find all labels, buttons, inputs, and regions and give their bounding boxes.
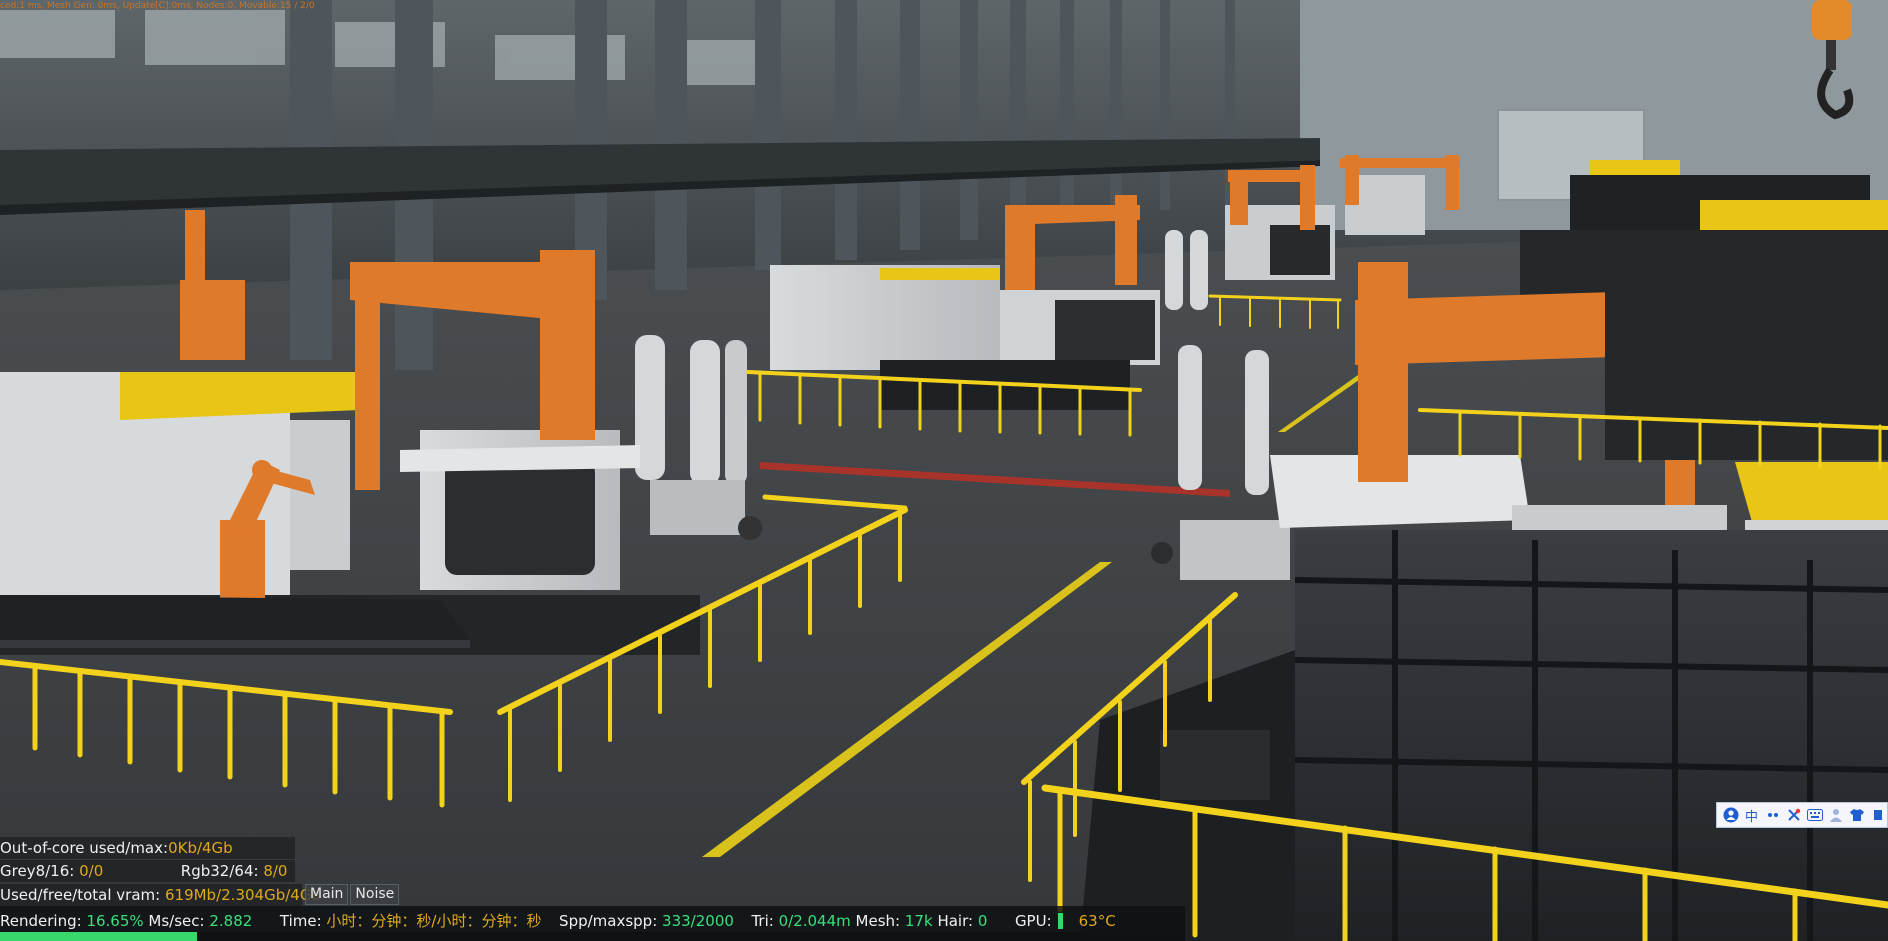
grey-label: Grey8/16: <box>0 862 75 880</box>
person-icon[interactable] <box>1826 805 1845 825</box>
mesh-label: Mesh: <box>855 912 901 930</box>
rendering-label: Rendering: <box>0 912 82 930</box>
viewport-tabs: Main Noise <box>305 884 400 905</box>
grey-value: 0/0 <box>79 862 104 880</box>
render-timing-status: ced:1 ms, Mesh Gen: 0ms, Update[C]:0ms, … <box>0 1 315 11</box>
tri-label: Tri: <box>751 912 774 930</box>
out-of-core-value: 0Kb/4Gb <box>168 839 233 857</box>
mesh-value: 17k <box>904 912 933 930</box>
gpu-load-bar <box>1057 913 1063 929</box>
hair-label: Hair: <box>937 912 974 930</box>
texture-count-stat: Grey8/16: 0/0 Rgb32/64: 8/0 <box>0 860 295 882</box>
out-of-core-label: Out-of-core used/max: <box>0 839 169 857</box>
hair-value: 0 <box>977 912 988 930</box>
ms-value: 2.882 <box>209 912 253 930</box>
ime-chinese-toggle[interactable]: 中 <box>1742 805 1761 825</box>
vram-stat: Used/free/total vram: 619Mb/2.304Gb/4Gb <box>0 884 321 906</box>
tools-icon[interactable] <box>1784 805 1803 825</box>
render-progress-fill <box>0 932 198 941</box>
time-value: 小时：分钟：秒/小时：分钟：秒 <box>326 912 542 930</box>
rgb-value: 8/0 <box>263 862 288 880</box>
user-icon[interactable] <box>1721 805 1740 825</box>
vram-label: Used/free/total vram: <box>0 886 161 904</box>
render-progress-track <box>0 932 1185 941</box>
rendering-value: 16.65% <box>86 912 144 930</box>
render-viewport[interactable]: ced:1 ms, Mesh Gen: 0ms, Update[C]:0ms, … <box>0 0 1888 941</box>
vram-value: 619Mb/2.304Gb/4Gb <box>164 886 321 904</box>
ime-toolbar: 中 <box>1716 802 1888 828</box>
tri-value: 0/2.044m <box>778 912 851 930</box>
gpu-label: GPU: <box>1014 912 1052 930</box>
render-progress-stats: Rendering: 16.65% Ms/sec: 2.882 Time: 小时… <box>0 910 1116 932</box>
time-label: Time: <box>279 912 322 930</box>
gpu-temp-value: 63°C <box>1078 912 1116 930</box>
ms-label: Ms/sec: <box>148 912 205 930</box>
shirt-icon[interactable] <box>1847 805 1866 825</box>
factory-render-scene <box>0 0 1888 941</box>
work-table-left <box>0 595 470 640</box>
tab-noise[interactable]: Noise <box>350 884 400 905</box>
rgb-label: Rgb32/64: <box>180 862 259 880</box>
punctuation-icon[interactable] <box>1763 805 1782 825</box>
keyboard-icon[interactable] <box>1805 805 1824 825</box>
spp-value: 333/2000 <box>662 912 734 930</box>
spp-label: Spp/maxspp: <box>559 912 658 930</box>
more-icon[interactable] <box>1868 805 1887 825</box>
tab-main[interactable]: Main <box>305 884 349 905</box>
out-of-core-stat: Out-of-core used/max:0Kb/4Gb <box>0 837 295 859</box>
